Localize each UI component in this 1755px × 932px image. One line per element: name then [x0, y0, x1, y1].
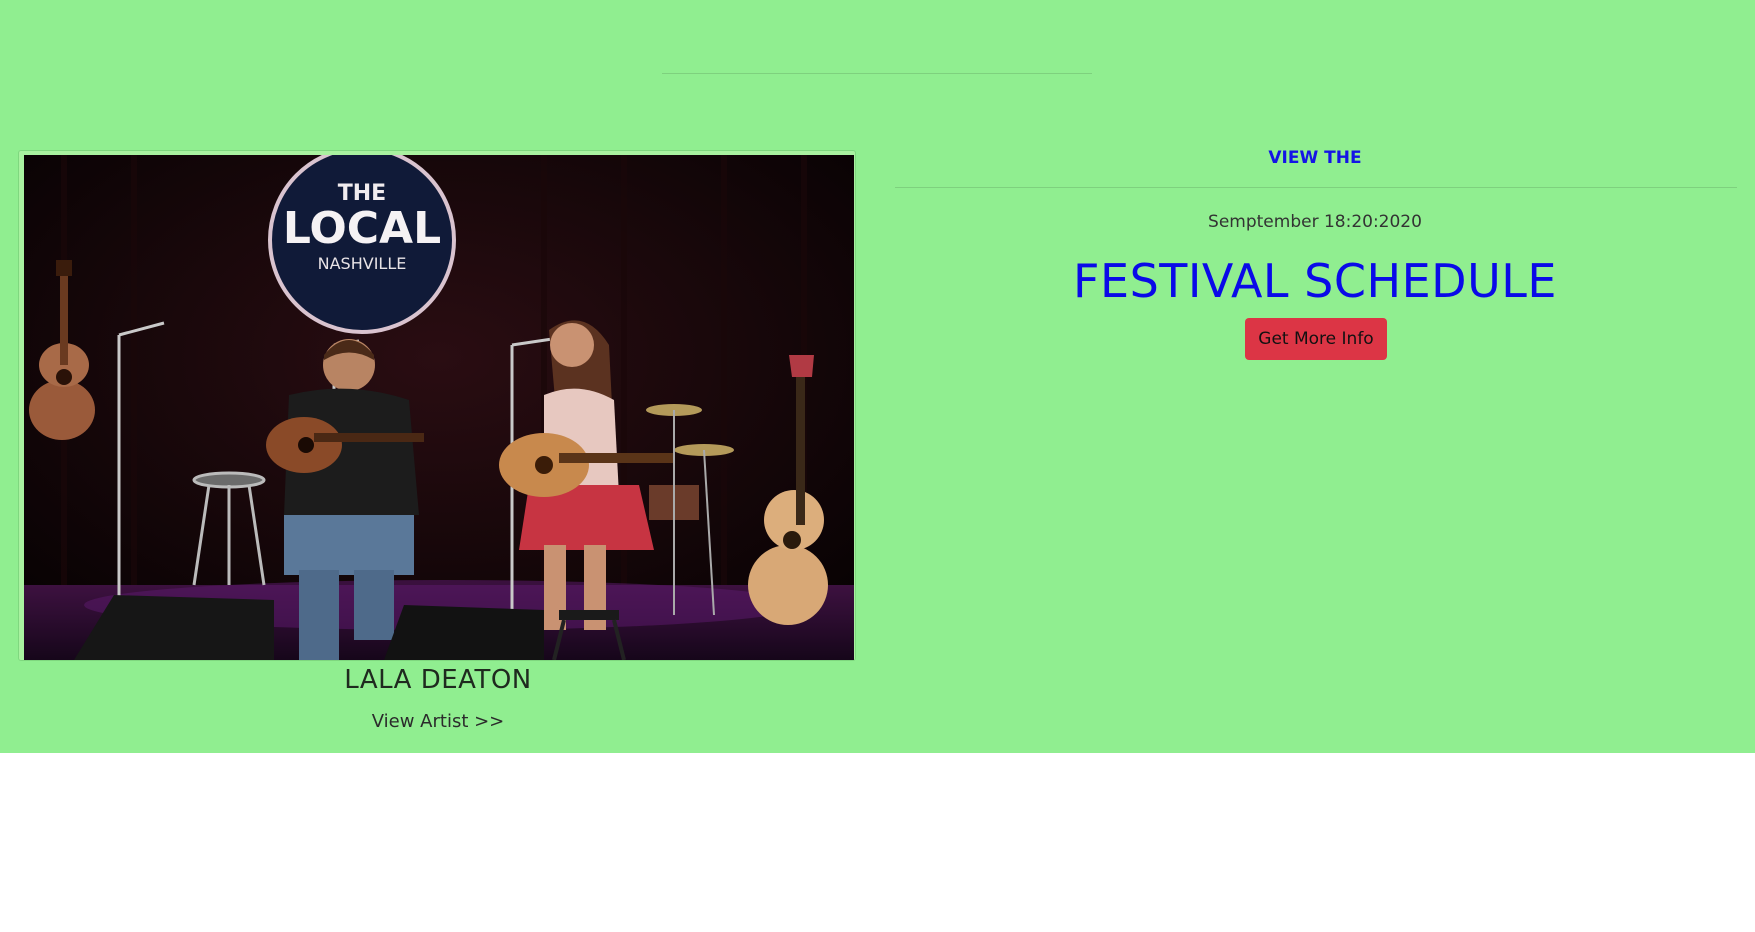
hero-section: THE LOCAL NASHVILLE LALA DEATON View Art…: [0, 0, 1755, 753]
festival-schedule-title: FESTIVAL SCHEDULE: [1073, 254, 1557, 308]
festival-date: Semptember 18:20:2020: [1208, 212, 1422, 232]
artist-name: LALA DEATON: [344, 665, 532, 695]
schedule-divider: [895, 187, 1737, 188]
artist-photo[interactable]: THE LOCAL NASHVILLE: [24, 155, 854, 660]
venue-logo: THE LOCAL NASHVILLE: [268, 155, 456, 334]
svg-text:NASHVILLE: NASHVILLE: [318, 254, 407, 273]
stage-photo-illustration: THE LOCAL NASHVILLE: [24, 155, 854, 660]
page: THE LOCAL NASHVILLE LALA DEATON View Art…: [0, 0, 1755, 932]
schedule-eyebrow: VIEW THE: [1268, 148, 1362, 168]
get-more-info-button[interactable]: Get More Info: [1245, 318, 1387, 360]
svg-text:LOCAL: LOCAL: [283, 203, 441, 254]
top-divider: [662, 73, 1092, 74]
view-artist-link[interactable]: View Artist >>: [18, 711, 858, 732]
artist-photo-frame: THE LOCAL NASHVILLE: [18, 150, 856, 661]
